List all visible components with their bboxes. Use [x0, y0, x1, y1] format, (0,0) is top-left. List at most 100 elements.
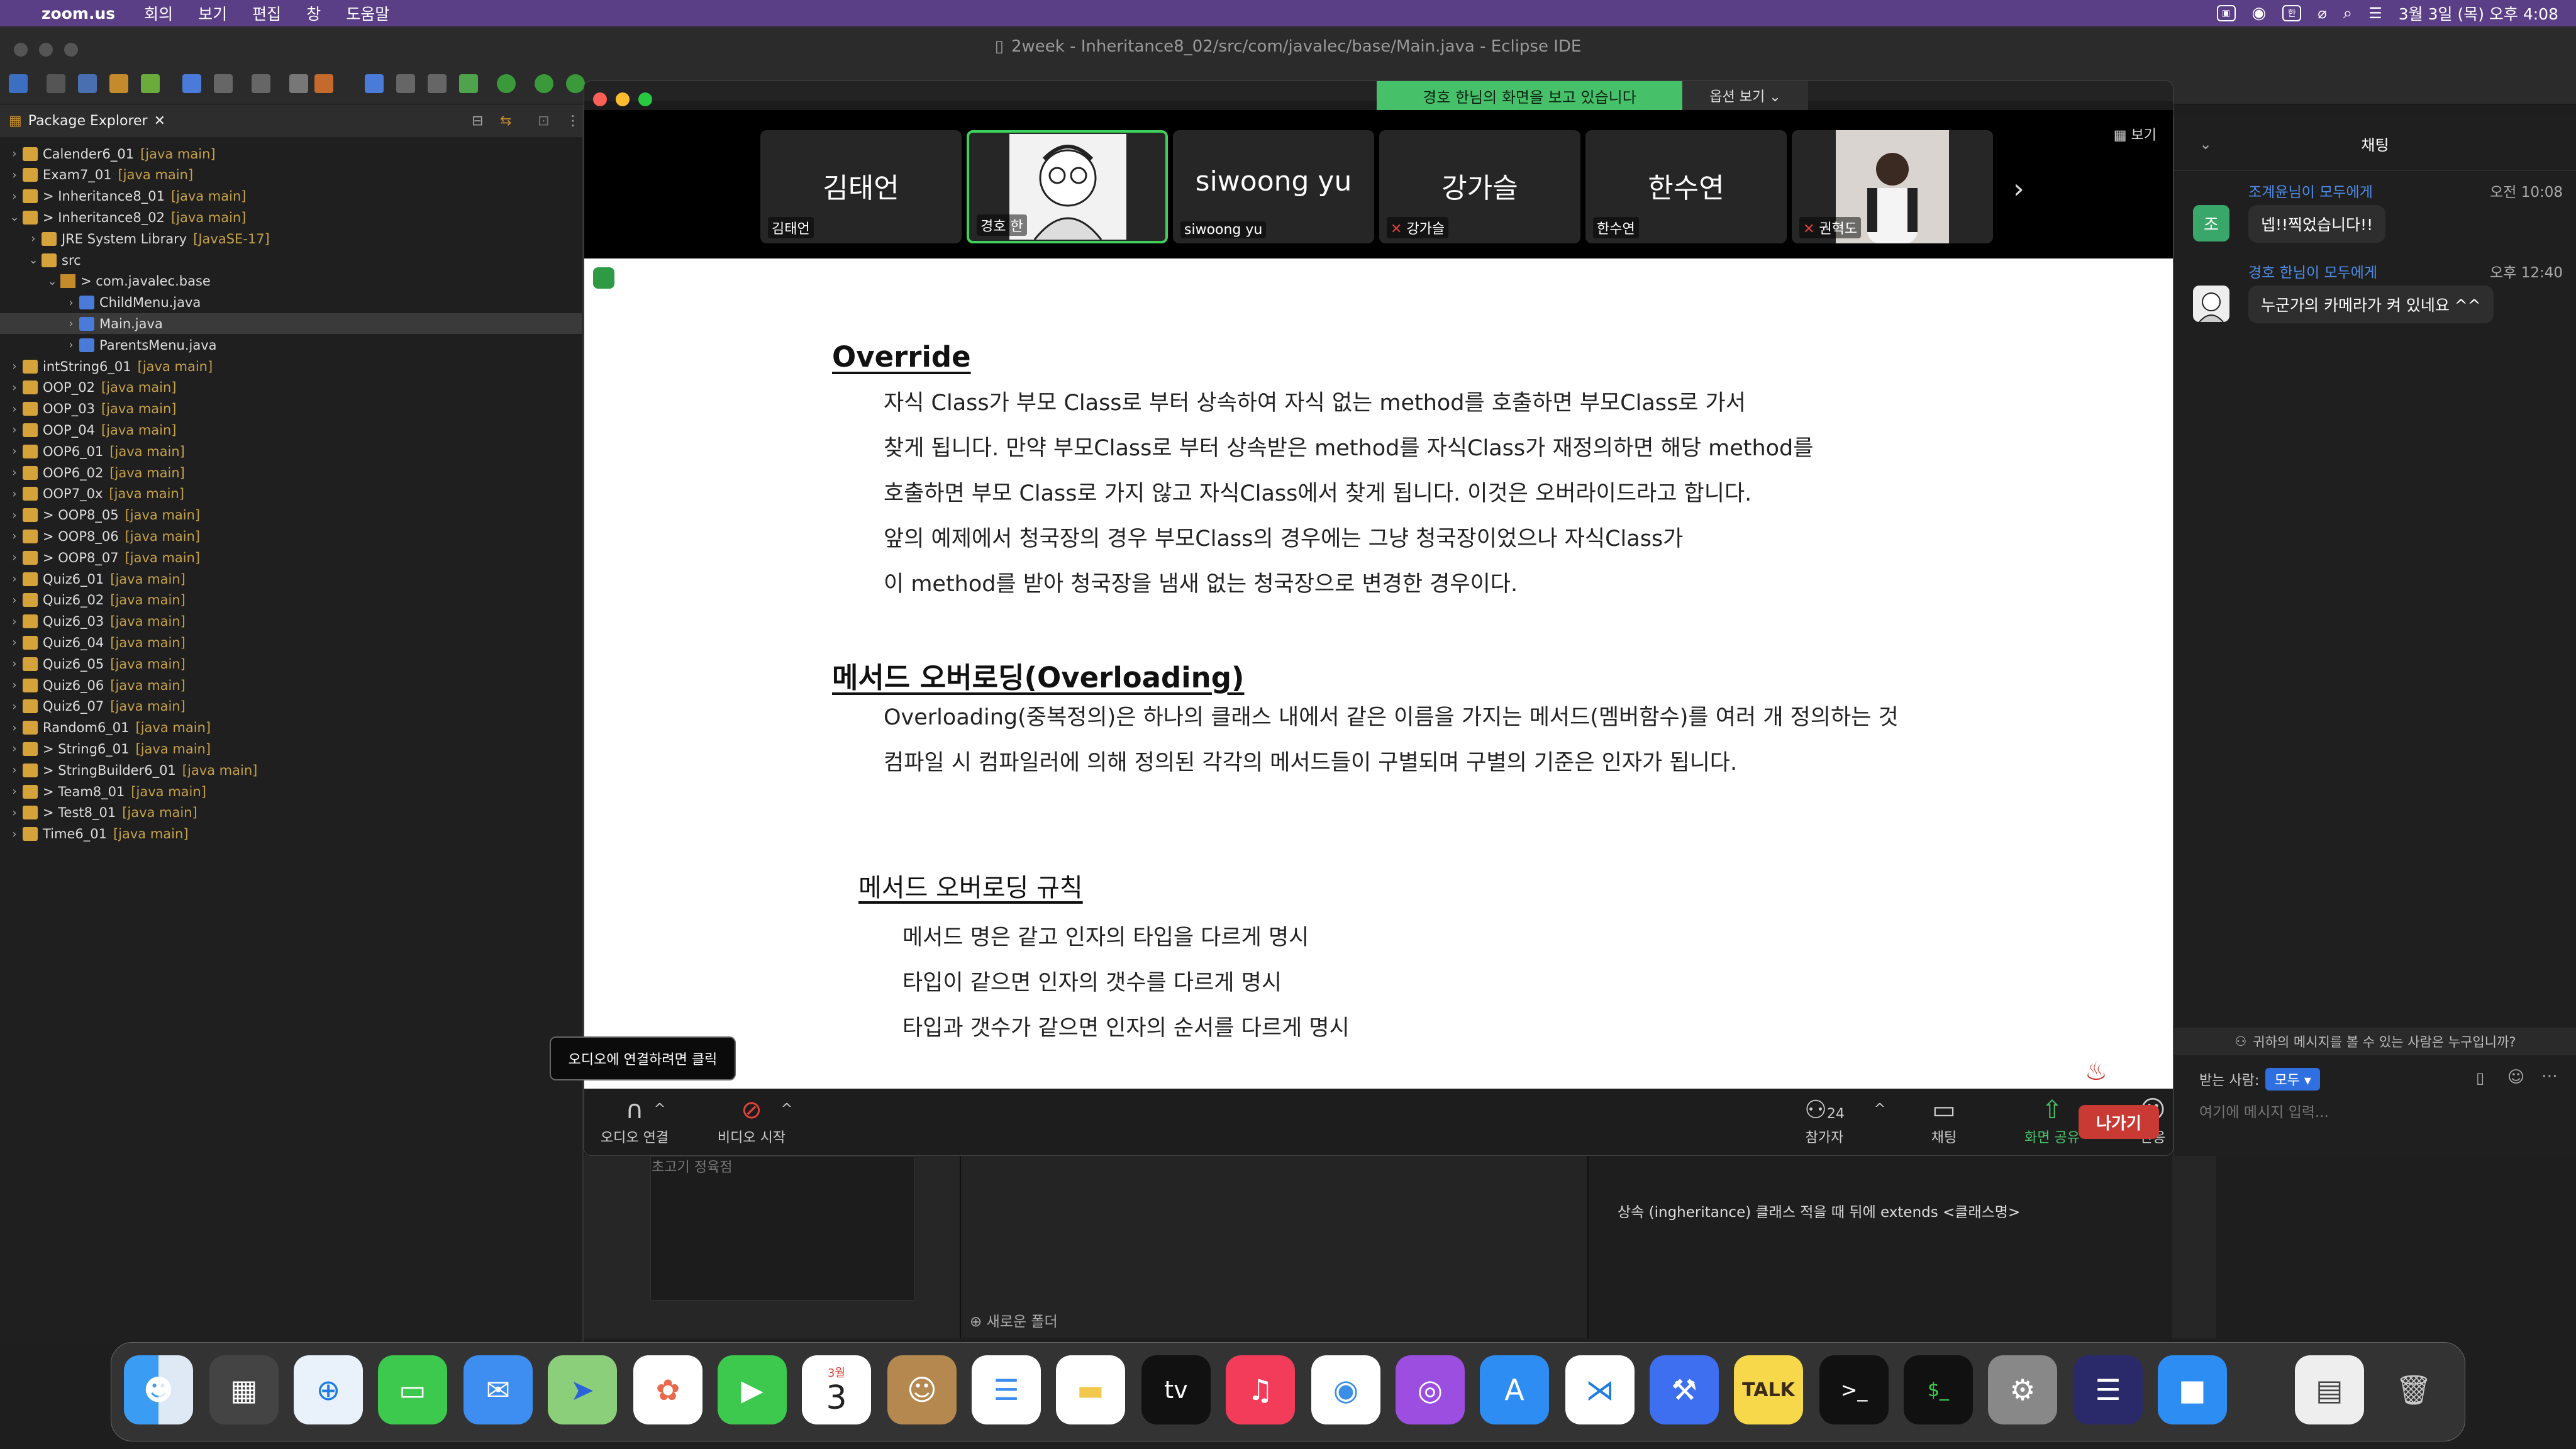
kakaotalk-icon[interactable]: TALK [1734, 1355, 1803, 1424]
reminders-icon[interactable]: ☰ [972, 1355, 1041, 1424]
tree-item[interactable]: › > StringBuilder6_01 [java main] [0, 760, 582, 780]
participant-tile[interactable]: 강가슬 ✕ 강가슬 [1379, 130, 1580, 243]
eclipse-icon[interactable]: ☰ [2074, 1355, 2143, 1424]
chevron-right-icon[interactable]: › [6, 594, 23, 607]
message-sender[interactable]: 경호 한님이 [2248, 265, 2319, 281]
view-button[interactable]: ▦ 보기 [2114, 124, 2157, 144]
participant-tile[interactable]: 김태언 김태언 [760, 130, 962, 243]
new-java-project-icon[interactable] [109, 74, 128, 93]
chevron-right-icon[interactable]: › [6, 487, 23, 501]
chevron-right-icon[interactable]: › [6, 530, 23, 543]
chrome-icon[interactable]: ◉ [1311, 1355, 1380, 1424]
tree-item[interactable]: › Quiz6_07 [java main] [0, 696, 582, 717]
chevron-right-icon[interactable]: › [6, 679, 23, 692]
chevron-right-icon[interactable]: › [6, 360, 23, 373]
search-icon[interactable]: ⌕ [2343, 4, 2353, 23]
zoom-minimize-icon[interactable] [616, 92, 630, 106]
toggle-icon[interactable] [214, 74, 233, 93]
file-icon[interactable]: ▯ [2476, 1069, 2484, 1087]
chevron-right-icon[interactable]: › [6, 423, 23, 436]
participant-tile[interactable]: 한수연 한수연 [1585, 130, 1787, 243]
view-options-button[interactable]: 옵션 보기 ⌄ [1682, 81, 1808, 110]
vscode-icon[interactable]: ⋊ [1565, 1355, 1635, 1424]
tree-item[interactable]: › > String6_01 [java main] [0, 738, 582, 759]
menubar-clock[interactable]: 3월 3일 (목) 오후 4:08 [2399, 2, 2558, 25]
leave-button[interactable]: 나가기 [2079, 1105, 2159, 1139]
chevron-right-icon[interactable]: › [63, 296, 79, 309]
participant-tile[interactable]: ✕ 권혁도 [1792, 130, 1993, 243]
chevron-down-icon[interactable]: ⌄ [6, 211, 23, 224]
external-tools-icon[interactable] [566, 74, 585, 93]
chevron-right-icon[interactable]: › [6, 381, 23, 394]
close-tab-icon[interactable]: ✕ [154, 113, 165, 129]
xcode-icon[interactable]: ⚒ [1650, 1355, 1719, 1424]
chevron-right-icon[interactable]: › [6, 763, 23, 777]
pen-icon[interactable] [314, 74, 333, 93]
mail-icon[interactable]: ✉ [464, 1355, 533, 1424]
chevron-right-icon[interactable]: › [6, 445, 23, 458]
terminal-icon[interactable]: >_ [1819, 1355, 1889, 1424]
save-all-icon[interactable] [78, 74, 97, 93]
messages-icon[interactable]: ▭ [378, 1355, 447, 1424]
audio-options-icon[interactable]: ^ [647, 1101, 672, 1117]
tree-item[interactable]: ⌄ src [0, 250, 582, 270]
emoji-icon[interactable]: ☺ [2507, 1068, 2524, 1087]
run-history-icon[interactable] [535, 74, 553, 93]
chat-collapse-icon[interactable]: ⌄ [2199, 135, 2212, 153]
pilcrow-icon[interactable] [428, 74, 447, 93]
tree-item[interactable]: › Main.java [0, 313, 582, 335]
tree-item[interactable]: › Quiz6_02 [java main] [0, 590, 582, 611]
chevron-right-icon[interactable]: › [6, 572, 23, 586]
debug-icon[interactable] [459, 74, 478, 93]
tree-item[interactable]: › Quiz6_05 [java main] [0, 653, 582, 674]
menu-meeting[interactable]: 회의 [144, 2, 173, 25]
run-icon[interactable] [497, 74, 516, 93]
view-menu-icon[interactable]: ⋮ [566, 113, 580, 129]
tree-item[interactable]: › > Test8_01 [java main] [0, 802, 582, 823]
tree-item[interactable]: › JRE System Library [JavaSE-17] [0, 228, 582, 249]
tree-item[interactable]: › OOP6_02 [java main] [0, 462, 582, 483]
chevron-right-icon[interactable]: › [6, 169, 23, 182]
video-status-icon[interactable]: ◉ [2252, 4, 2267, 23]
tree-item[interactable]: › > Team8_01 [java main] [0, 781, 582, 802]
finder-icon[interactable]: ☻ [124, 1355, 193, 1424]
zoom-icon[interactable]: ■ [2158, 1355, 2227, 1424]
new-package-icon[interactable] [141, 74, 160, 93]
tree-item[interactable]: › Quiz6_04 [java main] [0, 632, 582, 653]
chevron-right-icon[interactable]: › [6, 657, 23, 670]
window-close-icon[interactable] [14, 43, 28, 57]
apple-tv-icon[interactable]: tv [1141, 1355, 1211, 1424]
chat-message-input[interactable] [2199, 1104, 2551, 1121]
chevron-right-icon[interactable]: › [6, 551, 23, 564]
zoom-close-icon[interactable] [593, 92, 607, 106]
participant-tile[interactable]: siwoong yu siwoong yu [1173, 130, 1374, 243]
tree-item[interactable]: › OOP_03 [java main] [0, 399, 582, 419]
tree-item[interactable]: › > OOP8_05 [java main] [0, 505, 582, 526]
menu-help[interactable]: 도움말 [346, 2, 389, 25]
chevron-right-icon[interactable]: › [6, 190, 23, 203]
participants-options-icon[interactable]: ^ [1867, 1101, 1892, 1117]
open-type-icon[interactable] [182, 74, 201, 93]
tree-item[interactable]: ⌄ > Inheritance8_02 [java main] [0, 207, 582, 228]
chevron-right-icon[interactable]: › [63, 317, 79, 330]
chevron-right-icon[interactable]: › [6, 615, 23, 628]
chevron-right-icon[interactable]: › [6, 721, 23, 735]
participants-button[interactable]: ⚇24 참가자 [1780, 1094, 1868, 1146]
save-icon[interactable] [47, 74, 65, 93]
tree-item[interactable]: › Time6_01 [java main] [0, 824, 582, 845]
tree-item[interactable]: › intString6_01 [java main] [0, 356, 582, 377]
photos-icon[interactable]: ✿ [633, 1355, 702, 1424]
wifi-off-icon[interactable]: ⌀ [2318, 4, 2326, 22]
collapse-all-icon[interactable]: ⊟ [472, 113, 483, 129]
notes-icon[interactable]: ▬ [1056, 1355, 1125, 1424]
trash-icon[interactable]: 🗑 [2379, 1355, 2448, 1424]
tree-item[interactable]: › Calender6_01 [java main] [0, 143, 582, 164]
tree-item[interactable]: › Quiz6_06 [java main] [0, 675, 582, 696]
block-select-icon[interactable] [289, 74, 308, 93]
menu-app-name[interactable]: zoom.us [42, 4, 115, 23]
system-preferences-icon[interactable]: ⚙ [1988, 1355, 2057, 1424]
chevron-right-icon[interactable]: › [6, 806, 23, 819]
chevron-down-icon[interactable]: ⌄ [44, 275, 60, 288]
control-center-icon[interactable]: ☰ [2368, 4, 2382, 22]
tree-item[interactable]: ⌄ > com.javalec.base [0, 271, 582, 292]
